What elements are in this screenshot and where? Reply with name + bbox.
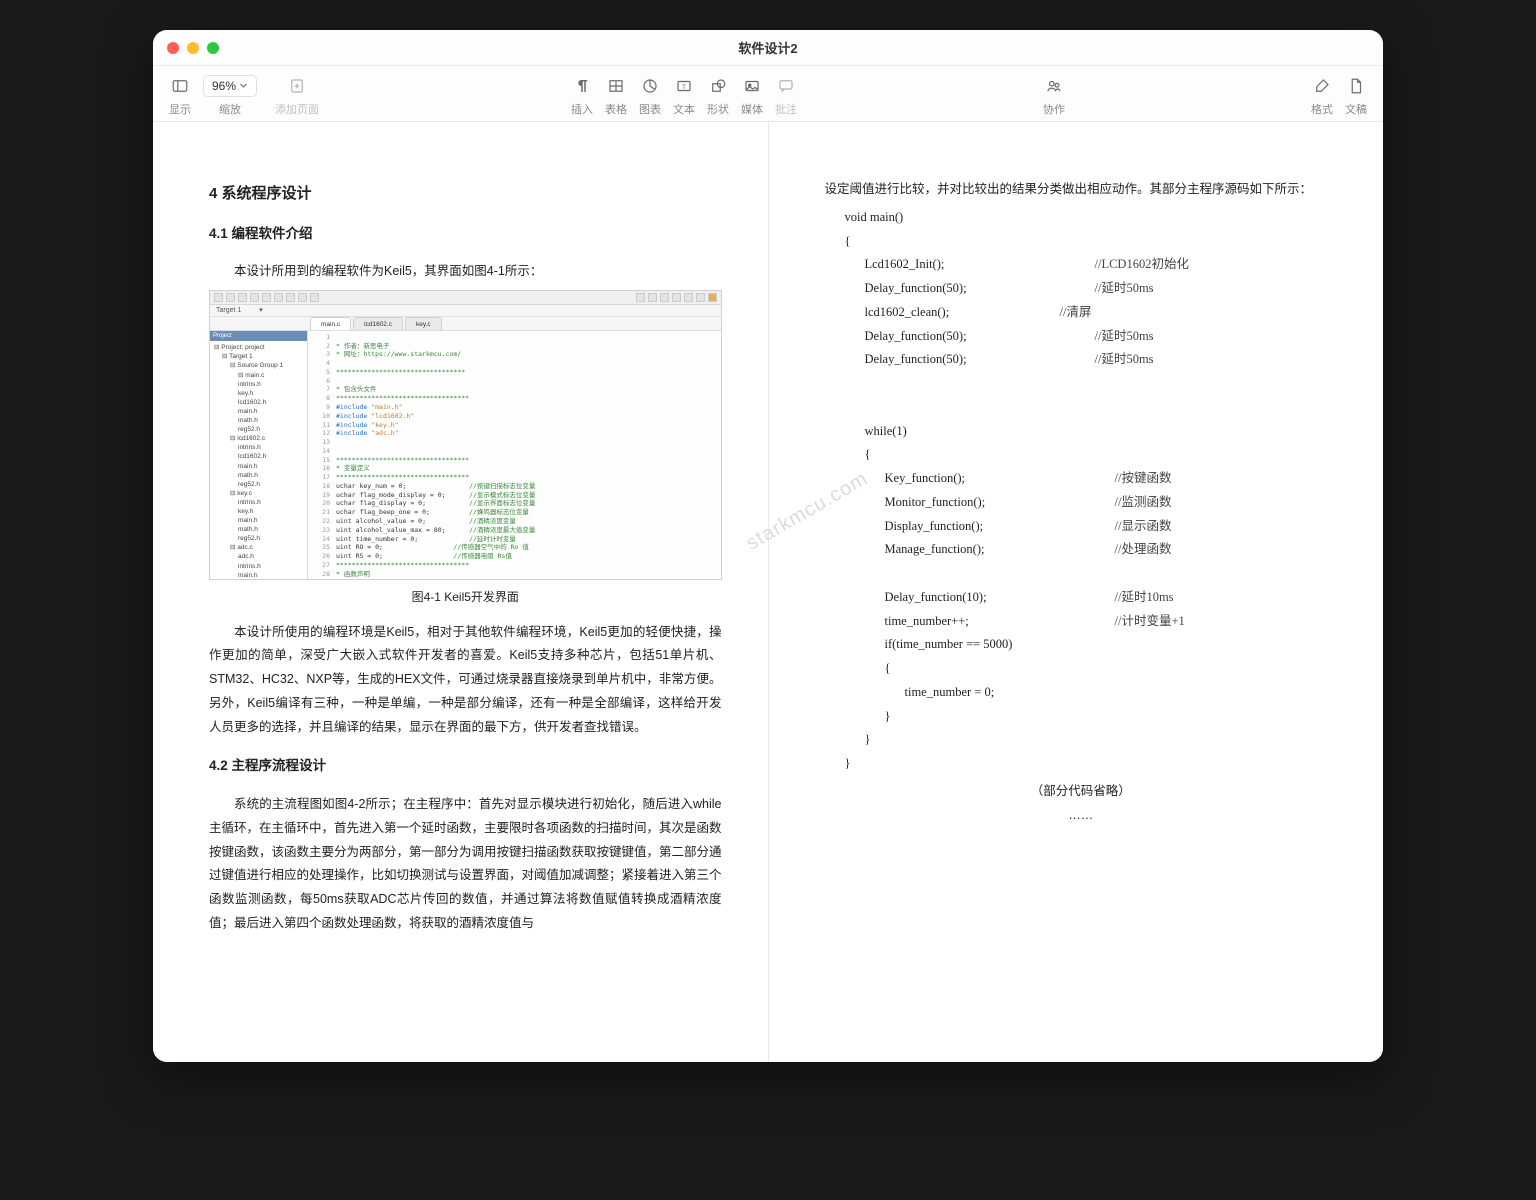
figure-keil5: Target 1▾ main.c lcd1602.c key.c Project… bbox=[209, 290, 722, 580]
para-flow: 系统的主流程图如图4-2所示；在主程序中：首先对显示模块进行初始化，随后进入wh… bbox=[209, 793, 722, 936]
table-icon[interactable] bbox=[606, 76, 626, 96]
window-controls bbox=[167, 42, 219, 54]
format-group: 格式 bbox=[1305, 66, 1339, 121]
document-group: 文稿 bbox=[1339, 66, 1373, 121]
toolbar: 显示 96% 缩放 添加页面 插入 bbox=[153, 66, 1383, 122]
chart-group: 图表 bbox=[633, 66, 667, 121]
comment-icon[interactable] bbox=[776, 76, 796, 96]
figure-caption: 图4-1 Keil5开发界面 bbox=[209, 586, 722, 609]
collab-group: 协作 bbox=[1037, 66, 1071, 121]
omit-note: （部分代码省略） bbox=[825, 780, 1338, 804]
sidebar-icon[interactable] bbox=[170, 76, 190, 96]
zoom-picker[interactable]: 96% bbox=[203, 75, 257, 97]
view-label: 显示 bbox=[169, 101, 191, 117]
app-window: 软件设计2 显示 96% 缩放 bbox=[153, 30, 1383, 1062]
heading-4-2: 4.2 主程序流程设计 bbox=[209, 753, 722, 779]
minimize-icon[interactable] bbox=[187, 42, 199, 54]
pilcrow-icon[interactable] bbox=[572, 76, 592, 96]
zoom-label: 缩放 bbox=[219, 101, 241, 117]
insert-group: 插入 bbox=[565, 66, 599, 121]
text-group: T 文本 bbox=[667, 66, 701, 121]
view-group: 显示 bbox=[163, 66, 197, 121]
zoom-value: 96% bbox=[212, 79, 236, 93]
fullscreen-icon[interactable] bbox=[207, 42, 219, 54]
fig-code-editor: 1 2* 作者：新思电子 3* 网址：https://www.starkmcu.… bbox=[308, 331, 721, 579]
svg-text:T: T bbox=[682, 84, 686, 91]
code-block: void main(){Lcd1602_Init();//LCD1602初始化D… bbox=[825, 206, 1338, 776]
add-page-icon[interactable] bbox=[287, 76, 307, 96]
chevron-down-icon bbox=[239, 81, 248, 90]
para-keil5: 本设计所使用的编程环境是Keil5，相对于其他软件编程环境，Keil5更加的轻便… bbox=[209, 621, 722, 740]
close-icon[interactable] bbox=[167, 42, 179, 54]
chart-icon[interactable] bbox=[640, 76, 660, 96]
ellipsis: …… bbox=[825, 804, 1338, 828]
format-brush-icon[interactable] bbox=[1312, 76, 1332, 96]
addpage-label: 添加页面 bbox=[275, 101, 319, 117]
zoom-group: 96% 缩放 bbox=[197, 66, 263, 121]
titlebar: 软件设计2 bbox=[153, 30, 1383, 66]
table-group: 表格 bbox=[599, 66, 633, 121]
fig-toolbar-1 bbox=[210, 291, 721, 305]
media-group: 媒体 bbox=[735, 66, 769, 121]
right-intro: 设定阈值进行比较，并对比较出的结果分类做出相应动作。其部分主程序源码如下所示： bbox=[825, 178, 1338, 202]
addpage-group: 添加页面 bbox=[263, 66, 331, 121]
media-icon[interactable] bbox=[742, 76, 762, 96]
page-left[interactable]: 4 系统程序设计 4.1 编程软件介绍 本设计所用到的编程软件为Keil5，其界… bbox=[153, 122, 768, 1062]
fig-tabs: main.c lcd1602.c key.c bbox=[210, 317, 721, 331]
intro-text: 本设计所用到的编程软件为Keil5，其界面如图4-1所示： bbox=[209, 260, 722, 284]
fig-project-tree: Project ⊟ Project: project⊟ Target 1⊟ So… bbox=[210, 331, 308, 579]
document-icon[interactable] bbox=[1346, 76, 1366, 96]
shape-icon[interactable] bbox=[708, 76, 728, 96]
shape-group: 形状 bbox=[701, 66, 735, 121]
fig-toolbar-2: Target 1▾ bbox=[210, 305, 721, 317]
page-right[interactable]: starkmcu.com 设定阈值进行比较，并对比较出的结果分类做出相应动作。其… bbox=[768, 122, 1384, 1062]
collab-icon[interactable] bbox=[1044, 76, 1064, 96]
window-title: 软件设计2 bbox=[153, 38, 1383, 57]
textbox-icon[interactable]: T bbox=[674, 76, 694, 96]
comment-group: 批注 bbox=[769, 66, 803, 121]
heading-4: 4 系统程序设计 bbox=[209, 180, 722, 209]
heading-4-1: 4.1 编程软件介绍 bbox=[209, 221, 722, 247]
document-area[interactable]: 4 系统程序设计 4.1 编程软件介绍 本设计所用到的编程软件为Keil5，其界… bbox=[153, 122, 1383, 1062]
